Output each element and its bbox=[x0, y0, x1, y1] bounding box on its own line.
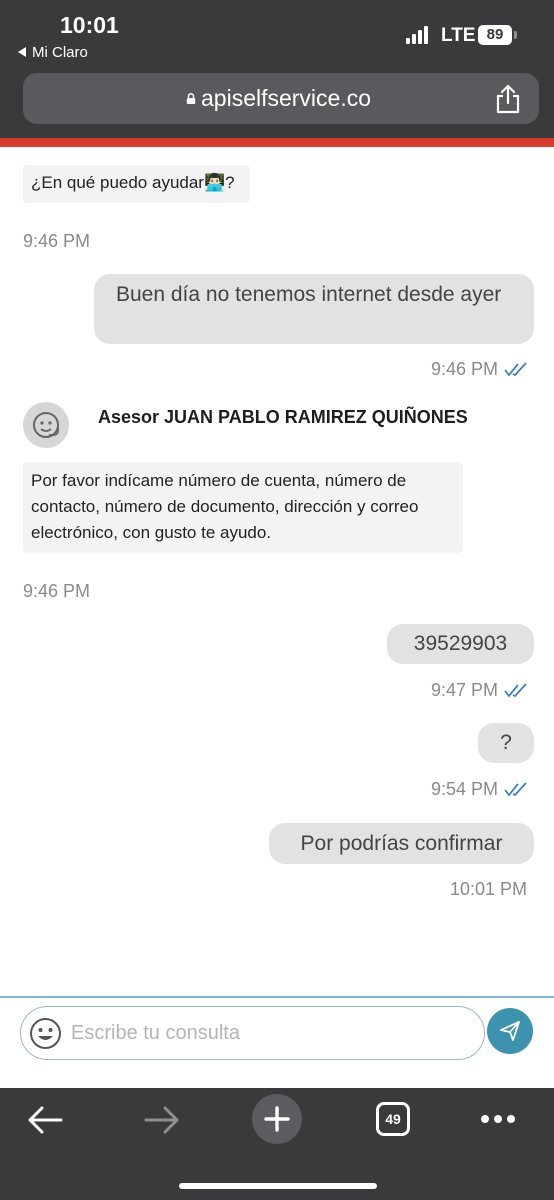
tab-count: 49 bbox=[385, 1111, 401, 1127]
send-icon bbox=[500, 1021, 520, 1041]
read-check-icon bbox=[504, 782, 527, 797]
message-timestamp: 9:46 PM bbox=[431, 359, 528, 380]
url-bar[interactable]: apiselfservice.co bbox=[23, 73, 539, 124]
user-message: Buen día no tenemos internet desde ayer bbox=[94, 274, 534, 344]
battery-icon: 89 bbox=[478, 25, 512, 45]
plus-icon bbox=[264, 1106, 290, 1132]
chat-conversation[interactable]: ¿En qué puedo ayudar👨🏻‍💻? 9:46 PM Buen d… bbox=[0, 147, 554, 997]
timestamp-text: 9:54 PM bbox=[431, 779, 499, 799]
user-message: Por podrías confirmar bbox=[269, 823, 534, 864]
back-app-label: Mi Claro bbox=[32, 44, 88, 61]
emoji-icon[interactable] bbox=[29, 1017, 62, 1050]
message-timestamp: 9:47 PM bbox=[431, 680, 528, 701]
timestamp-text: 9:46 PM bbox=[431, 359, 499, 379]
home-indicator bbox=[179, 1183, 377, 1189]
arrow-right-icon[interactable] bbox=[143, 1104, 181, 1136]
user-message: 39529903 bbox=[387, 624, 534, 664]
tabs-button[interactable]: 49 bbox=[376, 1102, 410, 1136]
network-label: LTE bbox=[441, 25, 476, 46]
message-timestamp: 9:46 PM bbox=[23, 581, 91, 601]
message-text: Por favor indícame número de cuenta, núm… bbox=[31, 471, 419, 542]
message-text: ¿En qué puedo ayudar👨🏻‍💻? bbox=[31, 173, 235, 192]
lock-icon bbox=[186, 93, 196, 104]
read-check-icon bbox=[504, 362, 527, 377]
message-timestamp: 9:46 PM bbox=[23, 231, 91, 251]
agent-face-icon bbox=[33, 412, 59, 438]
agent-avatar bbox=[23, 402, 69, 448]
back-triangle-icon bbox=[18, 47, 26, 57]
accent-bar bbox=[0, 138, 554, 147]
more-icon[interactable] bbox=[480, 1114, 516, 1124]
message-input-area bbox=[0, 996, 554, 1088]
agent-message: Por favor indícame número de cuenta, núm… bbox=[23, 462, 463, 553]
battery-nub bbox=[514, 31, 517, 39]
url-text: apiselfservice.co bbox=[201, 85, 372, 111]
message-input-box[interactable] bbox=[20, 1006, 485, 1060]
agent-name: Asesor JUAN PABLO RAMIREZ QUIÑONES bbox=[98, 407, 468, 427]
timestamp-text: 9:47 PM bbox=[431, 680, 499, 700]
message-text: Por podrías confirmar bbox=[300, 832, 503, 855]
message-text: 39529903 bbox=[413, 632, 508, 655]
browser-top-chrome: 10:01 Mi Claro LTE 89 apiselfservice.co bbox=[0, 0, 554, 140]
read-check-icon bbox=[504, 683, 527, 698]
message-timestamp: 9:54 PM bbox=[431, 779, 528, 800]
message-input[interactable] bbox=[71, 1017, 471, 1049]
status-time: 10:01 bbox=[60, 12, 119, 38]
message-timestamp: 10:01 PM bbox=[450, 879, 528, 899]
agent-message: ¿En qué puedo ayudar👨🏻‍💻? bbox=[23, 165, 250, 203]
back-to-app-link[interactable]: Mi Claro bbox=[18, 44, 88, 61]
signal-icon bbox=[406, 26, 432, 44]
user-message: ? bbox=[478, 723, 534, 763]
message-text: ? bbox=[500, 731, 512, 754]
share-icon[interactable] bbox=[493, 83, 523, 115]
message-text: Buen día no tenemos internet desde ayer bbox=[116, 283, 502, 306]
arrow-left-icon[interactable] bbox=[26, 1104, 64, 1136]
browser-bottom-toolbar: 49 bbox=[0, 1088, 554, 1200]
send-button[interactable] bbox=[487, 1008, 533, 1054]
new-tab-button[interactable] bbox=[252, 1094, 302, 1144]
